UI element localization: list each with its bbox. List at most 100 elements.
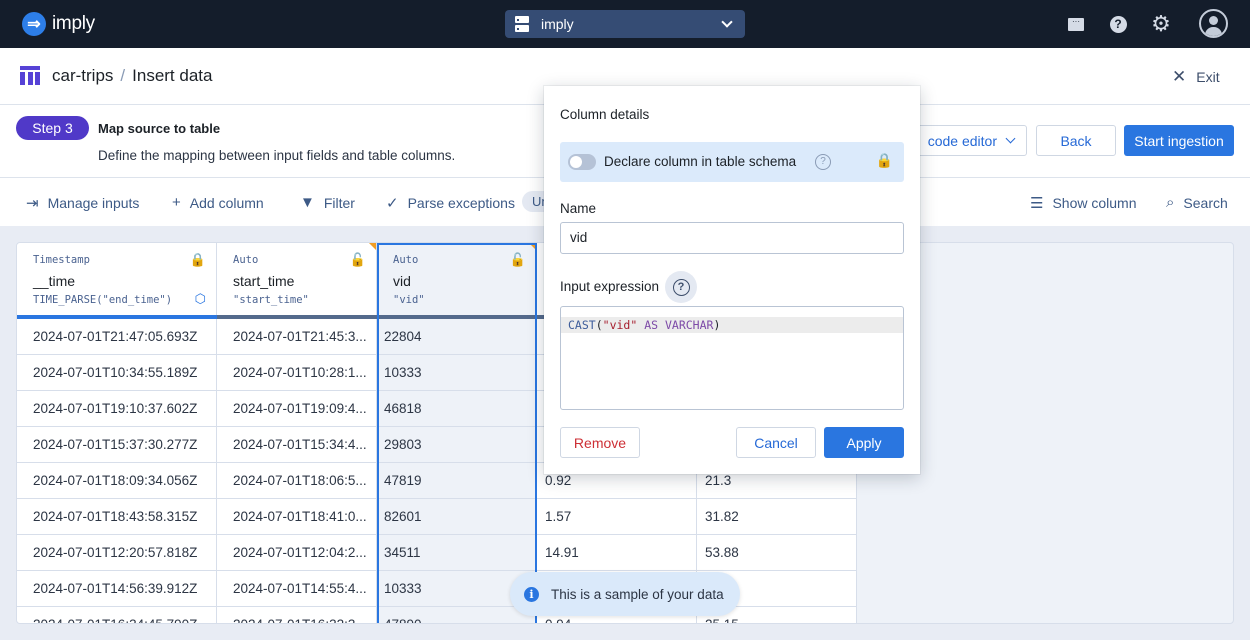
expression-help-button[interactable]: ? [665, 271, 697, 303]
expr-type: VARCHAR [664, 318, 714, 332]
add-column-button[interactable]: + Add column [172, 194, 264, 211]
brand-logo[interactable]: ⇒ imply [22, 12, 95, 36]
table-cell[interactable]: 2024-07-01T10:28:1... [217, 355, 377, 391]
column-expression: "start_time" [233, 294, 309, 306]
table-cell[interactable]: 2024-07-01T19:09:4... [217, 391, 377, 427]
filter-button[interactable]: ▼ Filter [300, 194, 355, 211]
user-avatar-button[interactable] [1199, 9, 1228, 38]
table-cell[interactable]: 2024-07-01T19:10:37.602Z [17, 391, 217, 427]
chevron-down-icon [721, 16, 733, 28]
parse-exceptions-label: Parse exceptions [407, 195, 515, 211]
parse-exceptions-toggle[interactable]: ✓ Parse exceptions [386, 194, 515, 212]
table-icon [20, 66, 40, 85]
table-cell[interactable]: 46818 [377, 391, 537, 427]
user-avatar-icon [1209, 16, 1218, 25]
table-cell[interactable]: 2024-07-01T18:43:58.315Z [17, 499, 217, 535]
column-name: start_time [233, 273, 295, 289]
unlock-icon[interactable]: 🔓 [510, 252, 526, 268]
table-cell[interactable]: 2024-07-01T14:56:39.912Z [17, 571, 217, 607]
search-icon: ⌕ [1166, 194, 1175, 211]
help-icon[interactable]: ? [815, 154, 831, 170]
check-icon: ✓ [386, 195, 399, 212]
breadcrumb-separator: / [120, 66, 126, 85]
column-header[interactable]: Timestamp __time TIME_PARSE("end_time") 🔒 ⬡ [17, 243, 217, 319]
server-icon [515, 16, 529, 32]
import-icon: ⇥ [26, 195, 39, 212]
declare-column-toggle[interactable] [568, 154, 596, 170]
project-selector[interactable]: imply [505, 10, 745, 38]
step-title: Map source to table [98, 121, 221, 136]
table-cell[interactable]: 1.57 [537, 499, 697, 535]
breadcrumb-current: Insert data [132, 66, 213, 85]
popover-title: Column details [560, 107, 650, 122]
filter-icon: ▼ [300, 194, 315, 211]
table-cell[interactable]: 2024-07-01T21:47:05.693Z [17, 319, 217, 355]
input-expression-editor[interactable]: CAST("vid" AS VARCHAR) [560, 306, 904, 410]
start-ingestion-button[interactable]: Start ingestion [1124, 125, 1234, 156]
table-cell[interactable]: 2024-07-01T12:20:57.818Z [17, 535, 217, 571]
step-badge: Step 3 [16, 116, 89, 140]
table-cell[interactable]: 22804 [377, 319, 537, 355]
help-icon: ? [672, 278, 690, 296]
exit-button[interactable]: ✕ Exit [1172, 67, 1220, 87]
table-cell[interactable]: 2024-07-01T18:09:34.056Z [17, 463, 217, 499]
table-cell[interactable]: 2024-07-01T16:32:3... [217, 607, 377, 623]
chevron-down-icon [1005, 133, 1016, 144]
table-cell[interactable]: 2024-07-01T15:34:4... [217, 427, 377, 463]
close-icon: ✕ [1172, 67, 1187, 86]
manage-inputs-label: Manage inputs [47, 195, 140, 211]
chat-button[interactable]: ··· [1066, 14, 1086, 34]
info-icon: i [524, 586, 539, 602]
search-button[interactable]: ⌕ Search [1166, 194, 1228, 211]
column-expression: "vid" [393, 294, 425, 306]
table-cell[interactable]: 14.91 [537, 535, 697, 571]
column-name: __time [33, 273, 76, 289]
table-cell[interactable]: 2024-07-01T14:55:4... [217, 571, 377, 607]
column-expression: TIME_PARSE("end_time") [33, 294, 173, 306]
name-label: Name [560, 201, 597, 216]
expr-paren-open: ( [595, 318, 603, 332]
sample-data-toast: i This is a sample of your data [510, 572, 740, 616]
table-cell[interactable]: 2024-07-01T12:04:2... [217, 535, 377, 571]
manage-inputs-button[interactable]: ⇥ Manage inputs [26, 194, 139, 212]
arrow-right-icon: ⇒ [22, 12, 46, 36]
table-cell[interactable]: 2024-07-01T21:45:3... [217, 319, 377, 355]
table-cell[interactable]: 53.88 [697, 535, 857, 571]
changed-marker [529, 243, 536, 250]
table-cell[interactable]: 47819 [377, 463, 537, 499]
apply-button[interactable]: Apply [824, 427, 904, 458]
table-cell[interactable]: 31.82 [697, 499, 857, 535]
column-header[interactable]: Auto start_time "start_time" 🔓 [217, 243, 377, 319]
column-name-input[interactable]: vid [560, 222, 904, 254]
code-editor-button[interactable]: code editor [905, 125, 1027, 156]
breadcrumb: car-trips / Insert data [52, 66, 212, 86]
code-editor-label: code editor [927, 132, 997, 149]
table-cell[interactable]: 2024-07-01T18:06:5... [217, 463, 377, 499]
table-cell[interactable]: 2024-07-01T10:34:55.189Z [17, 355, 217, 391]
lock-icon[interactable]: 🔒 [190, 252, 206, 268]
cancel-button[interactable]: Cancel [736, 427, 816, 458]
settings-button[interactable]: ⚙ [1151, 11, 1171, 36]
table-cell[interactable]: 34511 [377, 535, 537, 571]
table-cell[interactable]: 10333 [377, 355, 537, 391]
table-cell[interactable]: 2024-07-01T18:41:0... [217, 499, 377, 535]
toggle-knob [570, 156, 582, 168]
search-label: Search [1183, 194, 1228, 211]
column-type: Timestamp [33, 254, 90, 266]
breadcrumb-table[interactable]: car-trips [52, 66, 113, 86]
help-button[interactable]: ? [1108, 14, 1128, 34]
plus-icon: + [172, 194, 181, 211]
column-header[interactable]: Auto vid "vid" 🔓 [377, 243, 537, 319]
table-cell[interactable]: 2024-07-01T16:34:45.790Z [17, 607, 217, 623]
add-column-label: Add column [189, 194, 264, 211]
table-cell[interactable]: 82601 [377, 499, 537, 535]
chat-icon: ··· [1068, 17, 1084, 31]
table-cell[interactable]: 2024-07-01T15:37:30.277Z [17, 427, 217, 463]
show-column-button[interactable]: ☰ Show column [1030, 194, 1137, 212]
unlock-icon[interactable]: 🔓 [350, 252, 366, 268]
back-button[interactable]: Back [1036, 125, 1116, 156]
user-avatar-body [1205, 27, 1222, 36]
table-cell[interactable]: 29803 [377, 427, 537, 463]
table-cell[interactable]: 47890 [377, 607, 537, 623]
remove-button[interactable]: Remove [560, 427, 640, 458]
